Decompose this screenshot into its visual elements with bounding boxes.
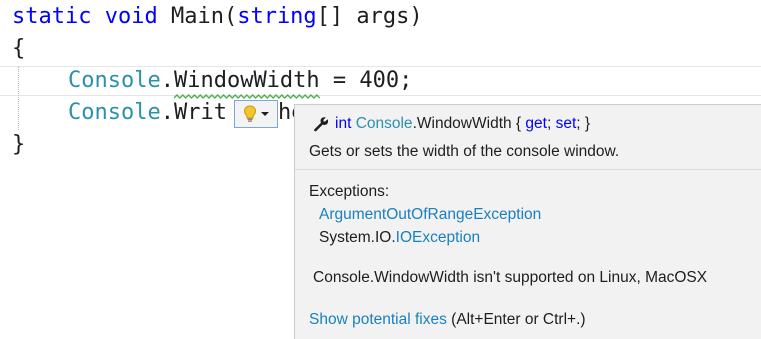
method-name: Main( bbox=[170, 4, 238, 29]
console-type-2: Console bbox=[68, 100, 161, 125]
exceptions-heading: Exceptions: bbox=[309, 183, 390, 200]
tooltip-separator bbox=[295, 169, 761, 170]
return-type: int bbox=[335, 115, 352, 132]
quick-info-tooltip: int Console.WindowWidth { get; set; } Ge… bbox=[294, 104, 761, 339]
class-name: Console bbox=[355, 115, 413, 132]
exception-io: System.IO.IOException bbox=[319, 229, 480, 247]
keyword-void: void bbox=[104, 4, 158, 29]
dropdown-arrow-icon[interactable] bbox=[261, 111, 269, 117]
code-line-1[interactable]: static void Main(string[] args) bbox=[12, 2, 423, 32]
get-accessor: get bbox=[525, 115, 547, 132]
window-width-member[interactable]: WindowWidth bbox=[173, 66, 320, 99]
code-editor[interactable]: static void Main(string[] args) { Consol… bbox=[0, 0, 761, 339]
console-type: Console bbox=[68, 68, 161, 93]
keyword-static: static bbox=[12, 4, 92, 29]
member-dot: . bbox=[160, 68, 174, 93]
sig-end: ; } bbox=[576, 115, 591, 132]
fixes-shortcut: (Alt+Enter or Ctrl+.) bbox=[446, 311, 586, 328]
set-accessor: set bbox=[555, 115, 577, 132]
accessor-sep: ; bbox=[546, 115, 556, 132]
tooltip-description: Gets or sets the width of the console wi… bbox=[309, 143, 620, 160]
member-partial: Writ bbox=[173, 100, 227, 125]
tooltip-signature: int Console.WindowWidth { get; set; } bbox=[313, 115, 590, 133]
close-brace: } bbox=[12, 132, 26, 157]
member-sig: .WindowWidth { bbox=[412, 115, 526, 132]
exception-io-link[interactable]: IOException bbox=[396, 229, 480, 246]
indent-guide bbox=[18, 66, 19, 130]
open-brace: { bbox=[12, 36, 26, 61]
lightbulb-button[interactable] bbox=[234, 100, 278, 128]
code-line-3[interactable]: Console.WindowWidth = 400; bbox=[68, 66, 413, 99]
lightbulb-icon bbox=[243, 105, 257, 122]
wrench-icon bbox=[314, 117, 329, 132]
code-line-4[interactable]: Console.Writ bbox=[68, 98, 227, 128]
params-rest: [] args) bbox=[316, 4, 423, 29]
exception-namespace: System.IO. bbox=[319, 229, 396, 246]
code-line-5[interactable]: } bbox=[12, 130, 25, 160]
platform-note: Console.WindowWidth isn't supported on L… bbox=[313, 269, 708, 286]
fixes-row: Show potential fixes (Alt+Enter or Ctrl+… bbox=[309, 311, 586, 329]
code-line-2[interactable]: { bbox=[12, 34, 25, 64]
exception-argument-out-of-range[interactable]: ArgumentOutOfRangeException bbox=[319, 206, 541, 224]
assignment-rest: = 400; bbox=[319, 68, 413, 93]
member-dot-2: . bbox=[160, 100, 174, 125]
member-name: WindowWidth bbox=[173, 68, 320, 93]
keyword-string: string bbox=[237, 4, 317, 29]
show-potential-fixes-link[interactable]: Show potential fixes bbox=[309, 311, 447, 328]
